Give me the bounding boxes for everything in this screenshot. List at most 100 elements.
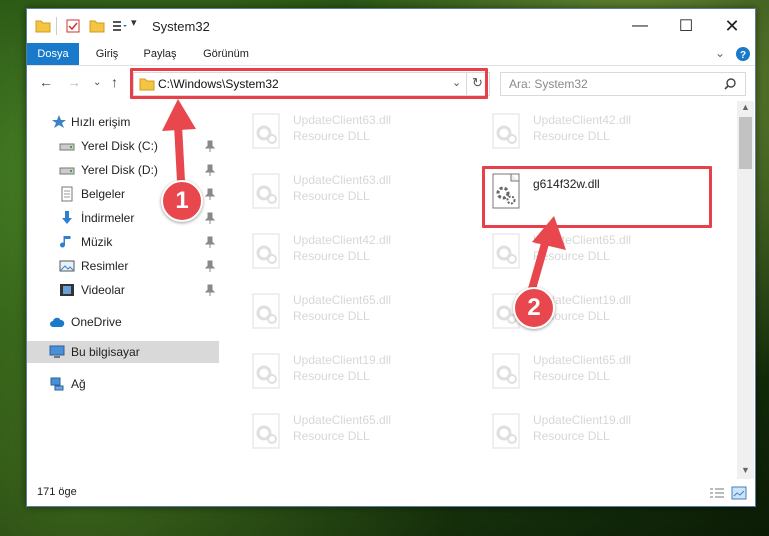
file-tile[interactable]: UpdateClient63.dll Resource DLL (241, 107, 461, 157)
customize-toolbar-icon[interactable] (111, 18, 127, 34)
documents-icon (61, 186, 73, 202)
ribbon-tabs: Dosya Giriş Paylaş Görünüm ⌄ ? (27, 43, 755, 66)
file-tile[interactable]: UpdateClient63.dll Resource DLL (241, 167, 461, 217)
file-type: Resource DLL (533, 129, 610, 143)
nav-label: Yerel Disk (D:) (81, 163, 158, 177)
pin-icon (205, 260, 215, 272)
scroll-up-icon[interactable]: ▲ (741, 102, 750, 112)
file-tile[interactable]: UpdateClient65.dll Resource DLL (241, 287, 461, 337)
drive-icon (59, 167, 75, 175)
dll-file-icon (252, 173, 280, 209)
nav-label: Yerel Disk (C:) (81, 139, 158, 153)
properties-icon[interactable] (65, 18, 81, 34)
file-name: UpdateClient63.dll (293, 113, 392, 127)
minimize-button[interactable]: — (617, 9, 663, 43)
nav-label: Resimler (81, 259, 129, 273)
chevron-down-icon[interactable]: ▾ (131, 16, 137, 29)
scroll-thumb[interactable] (739, 117, 752, 169)
tab-file[interactable]: Dosya (27, 43, 79, 65)
nav-network[interactable]: Ağ (27, 373, 219, 395)
pin-icon (205, 236, 215, 248)
nav-label: Hızlı erişim (71, 115, 131, 129)
file-type: Resource DLL (293, 249, 370, 263)
nav-onedrive[interactable]: OneDrive (27, 311, 219, 333)
search-input[interactable]: Ara: System32 (509, 77, 588, 91)
folder-icon (35, 20, 51, 33)
close-button[interactable]: ✕ (709, 9, 755, 43)
nav-label: Videolar (81, 283, 125, 297)
status-bar: 171 öge (27, 481, 755, 505)
step-badge-1: 1 (161, 180, 203, 222)
scroll-down-icon[interactable]: ▼ (741, 465, 750, 475)
pictures-icon (59, 260, 75, 272)
file-tile[interactable]: UpdateClient42.dll Resource DLL (481, 107, 701, 157)
pin-icon (205, 212, 215, 224)
dll-file-icon (252, 113, 280, 149)
dll-file-icon (492, 113, 520, 149)
file-name: UpdateClient19.dll (533, 413, 632, 427)
nav-item-videos[interactable]: Videolar (27, 279, 219, 301)
nav-label: İndirmeler (81, 211, 135, 225)
large-icons-view-icon[interactable] (731, 486, 747, 500)
file-type: Resource DLL (293, 429, 370, 443)
pin-icon (205, 284, 215, 296)
tab-home[interactable]: Giriş (85, 43, 129, 65)
item-count: 171 öge (37, 486, 77, 498)
title-bar: ▾ System32 — ☐ ✕ (27, 9, 755, 43)
file-tile[interactable]: UpdateClient19.dll Resource DLL (481, 407, 701, 457)
nav-item-pictures[interactable]: Resimler (27, 255, 219, 277)
recent-locations-button[interactable]: ⌄ (93, 77, 101, 88)
nav-label: Ağ (71, 377, 86, 391)
file-tile[interactable]: UpdateClient65.dll Resource DLL (481, 347, 701, 397)
music-note-icon (60, 236, 71, 248)
svg-text:?: ? (740, 50, 746, 61)
file-type: Resource DLL (293, 129, 370, 143)
file-type: Resource DLL (293, 189, 370, 203)
cloud-icon (50, 317, 65, 327)
vertical-scrollbar[interactable]: ▲ ▼ (737, 101, 754, 479)
dll-file-icon (252, 353, 280, 389)
back-button[interactable]: ← (39, 74, 53, 90)
separator (56, 17, 57, 35)
file-tile[interactable]: UpdateClient42.dll Resource DLL (241, 227, 461, 277)
nav-label: Bu bilgisayar (71, 345, 140, 359)
nav-label: Belgeler (81, 187, 126, 201)
file-list: UpdateClient63.dll Resource DLL UpdateCl… (221, 101, 735, 479)
nav-label: Müzik (81, 235, 113, 249)
dll-file-icon (252, 413, 280, 449)
file-type: Resource DLL (293, 309, 370, 323)
file-tile[interactable]: UpdateClient19.dll Resource DLL (241, 347, 461, 397)
file-name: UpdateClient42.dll (293, 233, 392, 247)
dll-file-icon (252, 233, 280, 269)
file-name: UpdateClient65.dll (293, 293, 392, 307)
network-icon (50, 377, 64, 391)
file-name: UpdateClient63.dll (293, 173, 392, 187)
dll-file-icon (252, 293, 280, 329)
forward-button[interactable]: → (67, 74, 81, 90)
file-name: UpdateClient19.dll (293, 353, 392, 367)
dll-file-icon (492, 413, 520, 449)
expand-ribbon-icon[interactable]: ⌄ (715, 46, 725, 60)
file-tile[interactable]: UpdateClient65.dll Resource DLL (481, 227, 701, 277)
nav-item-music[interactable]: Müzik (27, 231, 219, 253)
film-icon (60, 284, 74, 296)
search-icon[interactable] (723, 77, 737, 91)
maximize-button[interactable]: ☐ (663, 9, 709, 43)
search-box[interactable]: Ara: System32 (500, 72, 746, 96)
file-type: Resource DLL (533, 369, 610, 383)
nav-this-pc[interactable]: Bu bilgisayar (27, 341, 219, 363)
step-badge-2: 2 (513, 287, 555, 329)
file-tile[interactable]: UpdateClient65.dll Resource DLL (241, 407, 461, 457)
details-view-icon[interactable] (709, 487, 725, 499)
tab-view[interactable]: Görünüm (193, 43, 259, 65)
nav-label: OneDrive (71, 315, 122, 329)
up-button[interactable]: ↑ (111, 74, 118, 90)
file-name: UpdateClient42.dll (533, 113, 632, 127)
file-type: Resource DLL (533, 429, 610, 443)
dll-file-icon (492, 353, 520, 389)
tab-share[interactable]: Paylaş (135, 43, 185, 65)
drive-icon (59, 143, 75, 151)
help-icon[interactable]: ? (735, 46, 751, 62)
new-folder-icon[interactable] (89, 18, 105, 34)
file-type: Resource DLL (293, 369, 370, 383)
